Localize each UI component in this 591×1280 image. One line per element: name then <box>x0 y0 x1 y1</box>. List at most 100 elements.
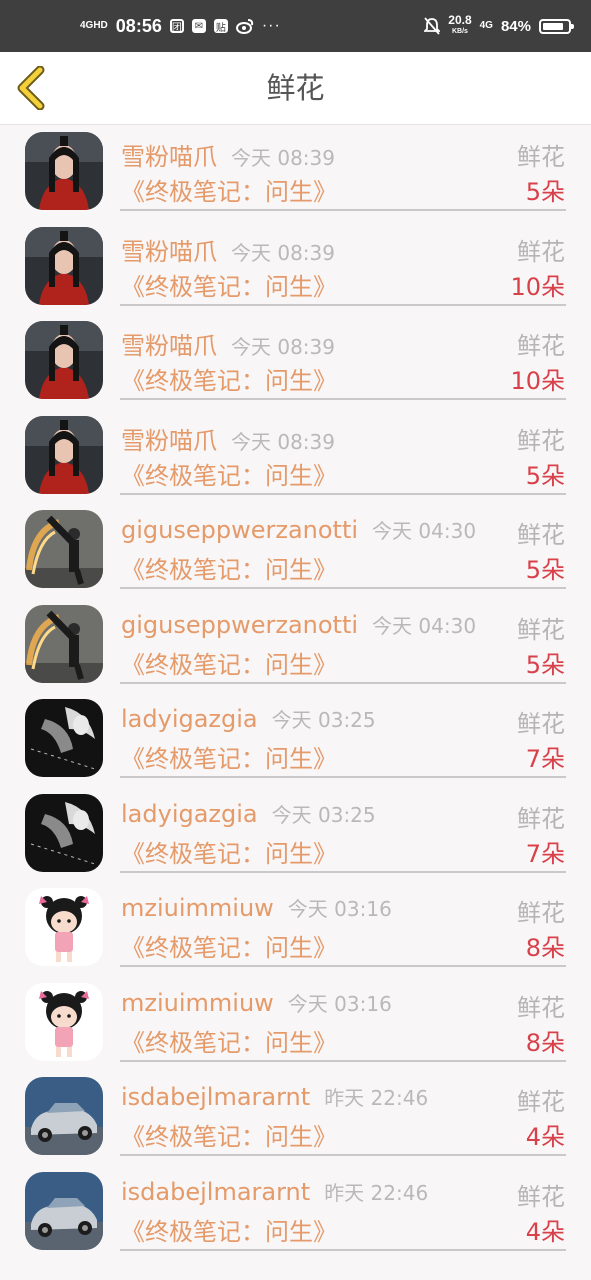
book-title-link[interactable]: 《终极笔记：问生》 <box>121 739 337 774</box>
avatar[interactable] <box>25 321 103 399</box>
username[interactable]: 雪粉喵爪 今天 08:39 <box>121 326 335 361</box>
username[interactable]: 雪粉喵爪 今天 08:39 <box>121 421 335 456</box>
network-speed: 20.8 KB/s <box>448 13 472 35</box>
gift-type: 鲜花 <box>517 1182 565 1211</box>
gift-type: 鲜花 <box>517 899 565 927</box>
gift-record-row[interactable]: ladyigazgia 今天 03:25 鲜花《终极笔记：问生》 7朵 <box>0 787 591 882</box>
gift-record-row[interactable]: ladyigazgia 今天 03:25 鲜花 《终极笔记：问生》 7朵 <box>0 692 591 787</box>
avatar[interactable] <box>25 888 103 966</box>
gift-record-row[interactable]: isdabejlmararnt 昨天 22:46 鲜花《终极笔记：问生》 4朵 <box>0 1165 591 1260</box>
book-title-link[interactable]: 《终极笔记：问生》 <box>121 456 337 491</box>
timestamp: 今天 03:25 <box>271 802 376 827</box>
gift-record-row[interactable]: giguseppwerzanotti 今天 04:30 鲜花 《终极笔记：问生》 5朵 <box>0 503 591 598</box>
username[interactable]: mziuimmiuw 今天 03:16 <box>121 988 392 1017</box>
avatar[interactable] <box>25 982 103 1061</box>
gift-type: 鲜花 <box>517 521 565 549</box>
book-title-link[interactable]: 《终极笔记：问生》 <box>121 550 337 585</box>
gift-record-row[interactable]: 雪粉喵爪 今天 08:39 鲜花《终极笔记：问生》 5朵 <box>0 409 591 504</box>
book-title-link[interactable]: 《终极笔记：问生》 <box>121 267 337 302</box>
gift-count: 7朵 <box>525 839 565 868</box>
divider <box>120 492 566 495</box>
timestamp: 今天 08:39 <box>231 146 335 170</box>
avatar[interactable] <box>25 415 103 494</box>
gift-type: 鲜花 <box>517 237 565 266</box>
timestamp: 今天 08:39 <box>231 335 335 359</box>
mute-icon <box>424 17 441 35</box>
gift-record-row[interactable]: mziuimmiuw 今天 03:16 鲜花《终极笔记：问生》 8朵 <box>0 881 591 976</box>
timestamp: 昨天 22:46 <box>324 1180 429 1205</box>
username[interactable]: 雪粉喵爪 今天 08:39 <box>121 232 335 267</box>
gift-count: 10朵 <box>510 367 565 395</box>
username[interactable]: isdabejlmararnt 昨天 22:46 <box>121 1082 428 1111</box>
avatar[interactable] <box>25 793 103 872</box>
divider <box>120 870 566 873</box>
gift-record-row[interactable]: 雪粉喵爪 今天 08:39 鲜花 《终极笔记：问生》 10朵 <box>0 220 591 315</box>
gift-count: 8朵 <box>525 934 565 962</box>
timestamp: 今天 03:16 <box>287 897 392 921</box>
book-title-link[interactable]: 《终极笔记：问生》 <box>121 1117 337 1152</box>
username[interactable]: mziuimmiuw 今天 03:16 <box>121 893 392 922</box>
avatar[interactable] <box>25 604 103 683</box>
divider <box>120 303 566 306</box>
divider <box>120 1154 566 1156</box>
gift-type: 鲜花 <box>517 426 565 455</box>
book-title-link[interactable]: 《终极笔记：问生》 <box>121 1023 337 1058</box>
divider <box>120 965 566 967</box>
divider <box>120 209 566 211</box>
book-title-link[interactable]: 《终极笔记：问生》 <box>121 1212 337 1247</box>
gift-type: 鲜花 <box>517 1088 565 1116</box>
gift-count: 5朵 <box>525 650 565 679</box>
username[interactable]: 雪粉喵爪 今天 08:39 <box>121 137 335 172</box>
timestamp: 今天 08:39 <box>231 429 335 454</box>
tieba-notification-icon: 贴 <box>213 19 228 34</box>
divider <box>120 776 566 778</box>
gift-type: 鲜花 <box>517 615 565 644</box>
divider <box>120 587 566 589</box>
username[interactable]: ladyigazgia 今天 03:25 <box>121 704 376 733</box>
avatar[interactable] <box>25 510 103 588</box>
divider <box>120 1059 566 1062</box>
group-notification-icon: 团 <box>169 19 184 34</box>
avatar[interactable] <box>25 226 103 305</box>
gift-count: 4朵 <box>525 1217 565 1246</box>
gift-type: 鲜花 <box>517 710 565 738</box>
gift-type: 鲜花 <box>517 993 565 1022</box>
divider <box>120 681 566 684</box>
username[interactable]: giguseppwerzanotti 今天 04:30 <box>121 515 476 544</box>
battery-percent: 84% <box>500 17 531 35</box>
top-nav-bar: 鲜花 <box>0 52 591 125</box>
gift-record-row[interactable]: giguseppwerzanotti 今天 04:30 鲜花《终极笔记：问生》 5朵 <box>0 598 591 693</box>
gift-record-row[interactable]: mziuimmiuw 今天 03:16 鲜花 《终极笔记：问生》 8朵 <box>0 976 591 1071</box>
username[interactable]: ladyigazgia 今天 03:25 <box>121 799 376 828</box>
gift-record-row[interactable]: 雪粉喵爪 今天 08:39 鲜花《终极笔记：问生》 5朵 <box>0 125 591 220</box>
divider <box>120 398 566 400</box>
gift-count: 5朵 <box>525 461 565 490</box>
book-title-link[interactable]: 《终极笔记：问生》 <box>121 172 337 207</box>
timestamp: 今天 03:25 <box>271 708 376 732</box>
username[interactable]: giguseppwerzanotti 今天 04:30 <box>121 610 476 639</box>
gift-count: 4朵 <box>525 1123 565 1151</box>
username[interactable]: isdabejlmararnt 昨天 22:46 <box>121 1177 428 1206</box>
more-notifications-icon: ··· <box>261 17 281 34</box>
weibo-notification-icon <box>235 18 254 34</box>
gift-record-list[interactable]: 雪粉喵爪 今天 08:39 鲜花 《终极笔记：问生》 5朵 雪粉喵爪 今天 08:39 鲜花《… <box>0 125 591 1280</box>
book-title-link[interactable]: 《终极笔记：问生》 <box>121 645 337 680</box>
avatar[interactable] <box>25 1077 103 1155</box>
clock: 08:56 <box>115 15 162 36</box>
avatar[interactable] <box>25 132 103 210</box>
gift-type: 鲜花 <box>517 143 565 171</box>
timestamp: 今天 03:16 <box>287 991 392 1016</box>
gift-count: 5朵 <box>525 178 565 206</box>
avatar[interactable] <box>25 1171 103 1250</box>
book-title-link[interactable]: 《终极笔记：问生》 <box>121 361 337 396</box>
divider <box>120 1248 566 1251</box>
gift-record-row[interactable]: 雪粉喵爪 今天 08:39 鲜花 《终极笔记：问生》 10朵 <box>0 314 591 409</box>
timestamp: 昨天 22:46 <box>324 1086 429 1110</box>
mail-notification-icon: ✉ <box>191 19 206 33</box>
avatar[interactable] <box>25 699 103 777</box>
book-title-link[interactable]: 《终极笔记：问生》 <box>121 928 337 963</box>
page-title: 鲜花 <box>266 71 325 105</box>
book-title-link[interactable]: 《终极笔记：问生》 <box>121 834 337 869</box>
gift-record-row[interactable]: isdabejlmararnt 昨天 22:46 鲜花《终极笔记：问生》 4朵 <box>0 1070 591 1165</box>
gift-type: 鲜花 <box>517 804 565 833</box>
